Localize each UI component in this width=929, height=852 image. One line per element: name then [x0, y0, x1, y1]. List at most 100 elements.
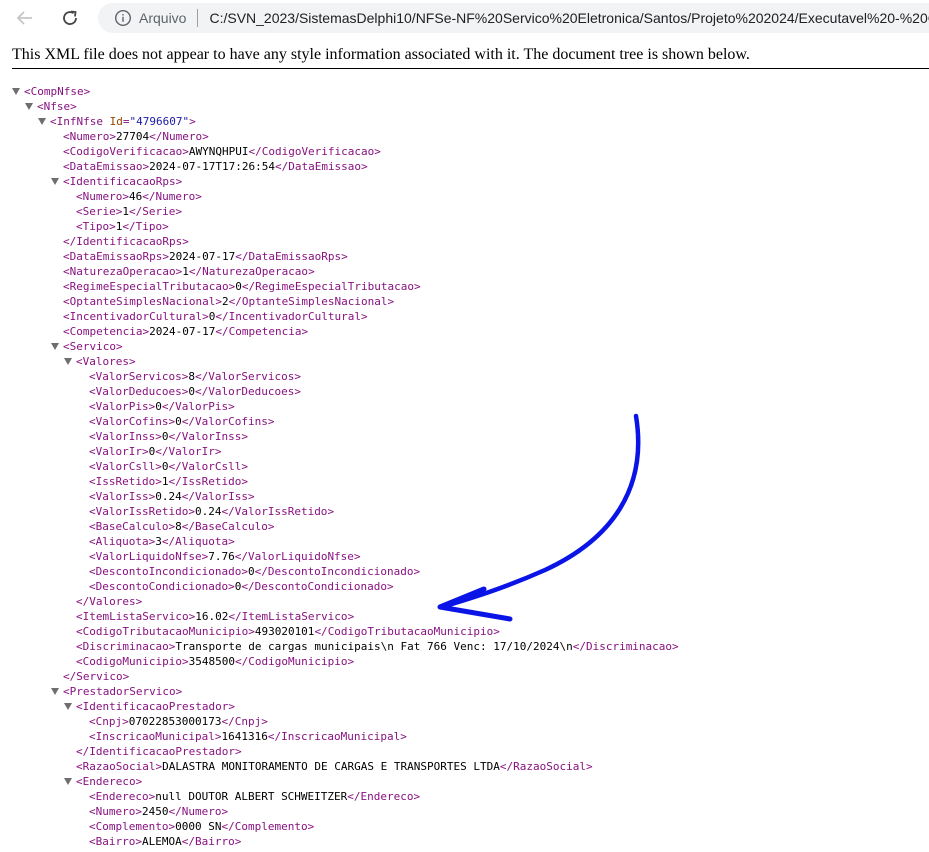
xml-line: </IdentificacaoPrestador> — [76, 744, 242, 759]
xml-punctuation: > — [122, 715, 129, 728]
xml-open-tag-name: ValorCsll — [95, 460, 156, 473]
xml-close-tag-name: DescontoIncondicionado — [267, 565, 414, 578]
xml-close-tag-name: ValorPis — [175, 400, 229, 413]
xml-open-tag-name: Serie — [82, 205, 116, 218]
xml-punctuation: < — [63, 175, 70, 188]
xml-punctuation: </ — [149, 130, 163, 143]
xml-punctuation: > — [400, 730, 407, 743]
xml-punctuation: > — [228, 700, 235, 713]
header-divider — [12, 68, 929, 69]
expand-triangle-icon[interactable] — [64, 778, 72, 785]
xml-text-value: 2024-07-17T17:26:54 — [149, 160, 275, 173]
arrow-head — [437, 586, 513, 622]
xml-line: <Discriminacao>Transporte de cargas muni… — [76, 639, 679, 654]
xml-close-tag-name: Cnpj — [234, 715, 262, 728]
xml-punctuation: > — [175, 685, 183, 698]
xml-punctuation: > — [308, 265, 315, 278]
xml-line: <Tipo>1</Tipo> — [76, 219, 169, 234]
xml-open-tag-name: IdentificacaoPrestador — [82, 700, 229, 713]
xml-close-tag-name: Bairro — [195, 835, 235, 848]
expand-triangle-icon[interactable] — [51, 343, 59, 350]
xml-punctuation: < — [76, 700, 83, 713]
xml-punctuation: </ — [181, 835, 195, 848]
xml-punctuation: > — [241, 565, 248, 578]
xml-line: <ValorServicos>8</ValorServicos> — [89, 369, 301, 384]
xml-text-value: ALEMOA — [142, 835, 182, 848]
xml-text-value: Transporte de cargas municipais\n Fat 76… — [175, 640, 573, 653]
xml-line: <Competencia>2024-07-17</Competencia> — [63, 324, 308, 339]
xml-punctuation: </ — [215, 325, 229, 338]
reload-button[interactable] — [56, 5, 84, 31]
xml-open-tag-name: CodigoVerificacao — [69, 145, 183, 158]
xml-punctuation: > — [109, 130, 116, 143]
xml-punctuation: < — [89, 370, 96, 383]
xml-open-tag-name: Servico — [69, 340, 116, 353]
xml-punctuation: </ — [168, 430, 182, 443]
expand-triangle-icon[interactable] — [64, 703, 72, 710]
xml-text-value: 0000 SN — [175, 820, 222, 833]
xml-punctuation: > — [493, 625, 500, 638]
xml-close-tag-name: RazaoSocial — [513, 760, 586, 773]
xml-open-tag-name: Numero — [69, 130, 110, 143]
xml-open-tag-name: Bairro — [95, 835, 136, 848]
xml-punctuation: < — [63, 280, 70, 293]
xml-close-tag-name: DataEmissaoRps — [248, 250, 342, 263]
xml-line: <PrestadorServico> — [51, 684, 183, 699]
xml-open-tag-name: InfNfse — [56, 115, 103, 128]
xml-close-tag-name: Complemento — [234, 820, 308, 833]
xml-text-value: 0 — [235, 280, 242, 293]
expand-triangle-icon[interactable] — [25, 103, 33, 110]
xml-close-tag-name: CodigoMunicipio — [248, 655, 348, 668]
xml-line: <InfNfse Id="4796607"> — [38, 114, 196, 129]
xml-punctuation: < — [37, 100, 44, 113]
xml-punctuation: </ — [76, 595, 90, 608]
xml-punctuation: < — [89, 400, 96, 413]
xml-punctuation: > — [128, 355, 136, 368]
xml-line: </IdentificacaoRps> — [63, 234, 189, 249]
expand-triangle-icon[interactable] — [12, 88, 20, 95]
xml-punctuation: </ — [76, 745, 90, 758]
xml-punctuation: > — [347, 655, 355, 668]
xml-punctuation: > — [294, 385, 301, 398]
xml-punctuation: > — [387, 295, 395, 308]
expand-triangle-icon[interactable] — [51, 178, 59, 185]
url-text[interactable]: C:/SVN_2023/SistemasDelphi10/NFSe-NF%20S… — [209, 10, 929, 26]
xml-open-tag-name: IssRetido — [95, 475, 156, 488]
xml-open-tag-name: Cnpj — [95, 715, 123, 728]
xml-punctuation: > — [413, 565, 421, 578]
xml-punctuation: </ — [155, 445, 169, 458]
xml-punctuation: </ — [228, 295, 242, 308]
xml-punctuation: > — [182, 235, 189, 248]
xml-open-tag-name: ValorCofins — [95, 415, 169, 428]
back-button[interactable] — [10, 5, 38, 31]
xml-punctuation: </ — [234, 550, 248, 563]
xml-text-value: 0 — [247, 565, 255, 578]
expand-triangle-icon[interactable] — [51, 688, 59, 695]
info-icon[interactable] — [114, 9, 132, 27]
xml-punctuation: > — [83, 85, 91, 98]
xml-open-tag-name: DataEmissao — [69, 160, 143, 173]
xml-punctuation: < — [89, 580, 96, 593]
xml-punctuation: < — [89, 715, 96, 728]
arrow-left-icon — [16, 11, 32, 25]
address-bar[interactable]: Arquivo C:/SVN_2023/SistemasDelphi10/NFS… — [98, 3, 929, 33]
xml-punctuation: > — [414, 280, 421, 293]
xml-punctuation: < — [63, 685, 70, 698]
xml-line: <NaturezaOperacao>1</NaturezaOperacao> — [63, 264, 315, 279]
xml-line: </Valores> — [76, 594, 142, 609]
xml-line: <DescontoCondicionado>0</DescontoCondici… — [89, 579, 394, 594]
xml-punctuation: > — [585, 760, 593, 773]
xml-close-tag-name: ValorLiquidoNfse — [247, 550, 354, 563]
xml-punctuation: < — [76, 190, 83, 203]
xml-punctuation: </ — [122, 220, 136, 233]
expand-triangle-icon[interactable] — [64, 358, 72, 365]
reload-icon — [63, 10, 77, 25]
xml-punctuation: > — [188, 505, 195, 518]
xml-punctuation: </ — [248, 145, 262, 158]
expand-triangle-icon[interactable] — [38, 118, 46, 125]
xml-open-tag-name: OptanteSimplesNacional — [69, 295, 216, 308]
xml-punctuation: < — [63, 325, 70, 338]
xml-open-tag-name: ValorPis — [95, 400, 149, 413]
xml-punctuation: < — [89, 490, 96, 503]
xml-punctuation: </ — [161, 400, 176, 413]
